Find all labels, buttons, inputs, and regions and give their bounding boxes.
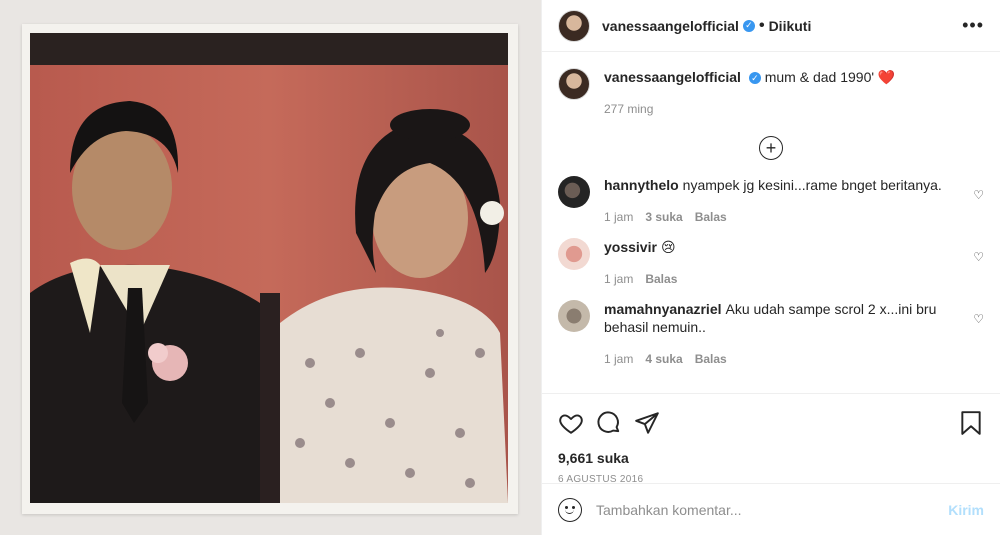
header-separator: • xyxy=(758,16,765,34)
instagram-post-view: vanessaangelofficial ✓ • Diikuti ••• van… xyxy=(0,0,1000,535)
likes-count[interactable]: 9,661 suka xyxy=(558,450,984,466)
bookmark-icon[interactable] xyxy=(958,410,984,436)
reply-button[interactable]: Balas xyxy=(695,350,727,368)
verified-icon: ✓ xyxy=(742,19,755,32)
comment-time[interactable]: 1 jam xyxy=(604,270,633,288)
action-bar xyxy=(558,408,984,438)
comment-avatar[interactable] xyxy=(558,176,590,208)
comment-item: mamahnyanazriel Aku udah sampe scrol 2 x.… xyxy=(558,300,984,368)
comment-avatar[interactable] xyxy=(558,238,590,270)
header-username[interactable]: vanessaangelofficial xyxy=(602,18,739,34)
heart-icon[interactable]: ♡ xyxy=(973,188,984,202)
avatar[interactable] xyxy=(558,9,590,42)
caption-text: mum & dad 1990' ❤️ xyxy=(764,69,896,85)
heart-icon[interactable] xyxy=(558,410,584,436)
post-side-panel: vanessaangelofficial ✓ • Diikuti ••• van… xyxy=(541,0,1000,535)
reply-button[interactable]: Balas xyxy=(695,208,727,226)
comment-username[interactable]: yossivir xyxy=(604,239,657,255)
comment-input[interactable] xyxy=(596,501,949,518)
caption-avatar[interactable] xyxy=(558,68,590,100)
add-comment-bar: Kirim xyxy=(542,483,1000,535)
comment-item: hannythelo nyampek jg kesini...rame bnget… xyxy=(558,176,984,226)
comment-likes[interactable]: 3 suka xyxy=(645,208,682,226)
post-header: vanessaangelofficial ✓ • Diikuti ••• xyxy=(542,0,1000,52)
comment-avatar[interactable] xyxy=(558,300,590,332)
verified-icon: ✓ xyxy=(748,72,761,85)
heart-icon[interactable]: ♡ xyxy=(973,312,984,326)
comment-time[interactable]: 1 jam xyxy=(604,350,633,368)
comment-likes[interactable]: 4 suka xyxy=(645,350,682,368)
caption-time[interactable]: 277 ming xyxy=(604,100,895,118)
reply-button[interactable]: Balas xyxy=(645,270,677,288)
more-icon[interactable]: ••• xyxy=(962,15,984,36)
comment-username[interactable]: hannythelo xyxy=(604,177,679,193)
following-button[interactable]: Diikuti xyxy=(769,18,812,34)
comment-text: 😢 xyxy=(660,239,676,255)
add-circle-icon[interactable]: + xyxy=(759,136,783,160)
comment-text: nyampek jg kesini...rame bnget beritanya… xyxy=(682,177,942,193)
emoji-icon[interactable] xyxy=(558,497,582,522)
comment-item: yossivir 😢 1 jam Balas ♡ xyxy=(558,238,984,288)
post-comment-button[interactable]: Kirim xyxy=(948,502,984,518)
photo-print xyxy=(22,24,518,514)
comment-icon[interactable] xyxy=(596,410,622,436)
post-media[interactable] xyxy=(0,0,541,535)
comment-username[interactable]: mamahnyanazriel xyxy=(604,301,722,317)
caption-username[interactable]: vanessaangelofficial xyxy=(604,69,741,85)
heart-icon[interactable]: ♡ xyxy=(973,250,984,264)
comment-time[interactable]: 1 jam xyxy=(604,208,633,226)
caption: vanessaangelofficial ✓ mum & dad 1990' ❤… xyxy=(558,68,984,118)
load-more-comments[interactable]: + xyxy=(558,136,984,160)
comments-section[interactable]: vanessaangelofficial ✓ mum & dad 1990' ❤… xyxy=(542,52,1000,393)
share-icon[interactable] xyxy=(634,410,660,436)
post-photo xyxy=(30,33,508,503)
